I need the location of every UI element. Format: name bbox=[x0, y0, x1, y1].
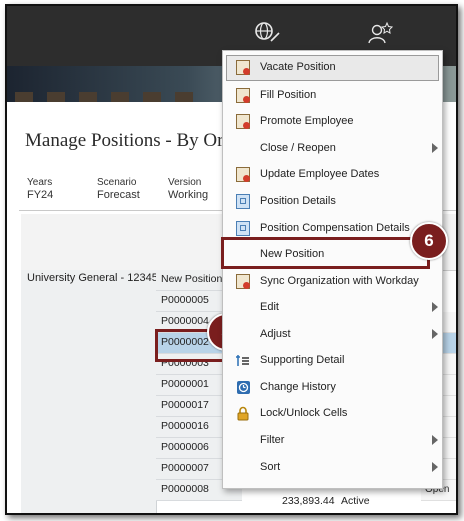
menu-item-label: Update Employee Dates bbox=[260, 168, 380, 180]
position-doc-icon bbox=[236, 60, 250, 75]
menu-item-sync-organization[interactable]: Sync Organization with Workday bbox=[223, 269, 442, 295]
pov-years-value: FY24 bbox=[27, 189, 54, 201]
pov-version-value: Working bbox=[168, 189, 209, 201]
menu-item-change-history[interactable]: Change History bbox=[223, 375, 442, 401]
change-history-icon bbox=[236, 380, 250, 395]
lock-icon bbox=[236, 406, 250, 421]
step-6-highlight-box bbox=[221, 237, 430, 269]
submenu-arrow-icon bbox=[432, 462, 438, 472]
menu-item-label: Fill Position bbox=[260, 89, 317, 101]
globe-settings-icon[interactable] bbox=[254, 20, 280, 49]
submenu-arrow-icon bbox=[432, 435, 438, 445]
page-title: Manage Positions - By Or bbox=[25, 130, 224, 151]
position-doc-icon bbox=[236, 167, 250, 182]
menu-item-label: Position Details bbox=[260, 195, 336, 207]
menu-item-promote-employee[interactable]: Promote Employee bbox=[223, 109, 442, 135]
row-label-entity: University General - 12345 bbox=[27, 272, 158, 284]
amount-cell[interactable]: 233,893.44 bbox=[282, 495, 335, 507]
menu-item-label: Change History bbox=[260, 381, 336, 393]
menu-item-label: Promote Employee bbox=[260, 115, 354, 127]
menu-item-label: Vacate Position bbox=[260, 61, 336, 73]
position-doc-icon bbox=[236, 274, 250, 289]
menu-item-label: Sync Organization with Workday bbox=[260, 275, 419, 287]
menu-item-sort[interactable]: Sort bbox=[223, 455, 442, 481]
row-label-cell[interactable] bbox=[21, 270, 157, 513]
menu-item-label: Adjust bbox=[260, 328, 291, 340]
pov-scenario-label: Scenario bbox=[97, 177, 137, 188]
menu-item-position-details[interactable]: Position Details bbox=[223, 189, 442, 215]
supporting-detail-icon bbox=[236, 353, 250, 368]
menu-item-label: Position Compensation Details bbox=[260, 222, 410, 234]
pov-years[interactable]: Years FY24 bbox=[27, 176, 53, 202]
pov-scenario[interactable]: Scenario Forecast bbox=[97, 176, 140, 202]
menu-item-label: Supporting Detail bbox=[260, 354, 345, 366]
position-doc-icon bbox=[236, 114, 250, 129]
position-doc-icon bbox=[236, 88, 250, 103]
menu-item-filter[interactable]: Filter bbox=[223, 428, 442, 454]
menu-item-label: Edit bbox=[260, 301, 279, 313]
pov-version[interactable]: Version Working bbox=[168, 176, 208, 202]
submenu-arrow-icon bbox=[432, 329, 438, 339]
pov-scenario-value: Forecast bbox=[97, 189, 140, 201]
menu-item-label: Filter bbox=[260, 434, 285, 446]
menu-item-fill-position[interactable]: Fill Position bbox=[223, 83, 442, 109]
submenu-arrow-icon bbox=[432, 302, 438, 312]
pov-years-label: Years bbox=[27, 177, 53, 188]
context-menu: Vacate Position Fill Position Promote Em… bbox=[222, 50, 443, 489]
status-active-cell[interactable]: Active bbox=[341, 495, 370, 507]
details-grid-icon bbox=[236, 194, 250, 209]
menu-item-close-reopen[interactable]: Close / Reopen bbox=[223, 136, 442, 162]
details-grid-icon bbox=[236, 221, 250, 236]
menu-item-supporting-detail[interactable]: Supporting Detail bbox=[223, 348, 442, 374]
menu-item-vacate-position[interactable]: Vacate Position bbox=[226, 55, 439, 81]
menu-item-lock-unlock-cells[interactable]: Lock/Unlock Cells bbox=[223, 401, 442, 427]
step-6-badge: 6 bbox=[410, 222, 448, 260]
user-star-icon[interactable] bbox=[367, 21, 394, 50]
menu-item-label: Close / Reopen bbox=[260, 142, 336, 154]
menu-item-label: Lock/Unlock Cells bbox=[260, 407, 348, 419]
submenu-arrow-icon bbox=[432, 143, 438, 153]
menu-item-adjust[interactable]: Adjust bbox=[223, 322, 442, 348]
screenshot-frame: Manage Positions - By Or Years FY24 Scen… bbox=[5, 4, 458, 515]
menu-item-update-employee-dates[interactable]: Update Employee Dates bbox=[223, 162, 442, 188]
menu-item-edit[interactable]: Edit bbox=[223, 295, 442, 321]
pov-version-label: Version bbox=[168, 177, 202, 188]
menu-item-label: Sort bbox=[260, 461, 281, 473]
